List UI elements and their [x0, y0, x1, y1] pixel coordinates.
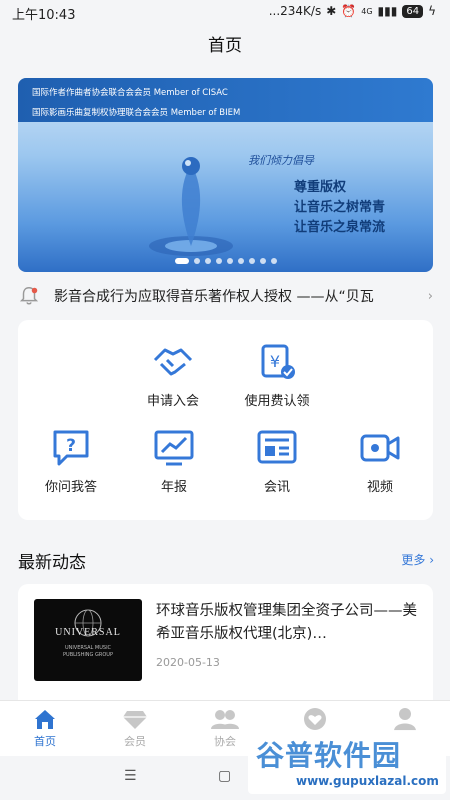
menu-annual-report[interactable]: 年报 — [124, 428, 224, 495]
network-type: 4G — [361, 6, 373, 16]
globe-logo-icon — [74, 609, 102, 637]
carousel-dot[interactable] — [174, 258, 189, 264]
banner-motto-2: 让音乐之树常青 — [294, 200, 386, 215]
thumbnail-brand: UNIVERSAL — [55, 627, 121, 638]
page-title: 首页 — [208, 36, 242, 56]
yen-claim-icon: ¥ — [261, 344, 295, 379]
menu-label: 申请入会 — [146, 394, 199, 409]
group-icon — [211, 710, 239, 729]
menu-apply-membership[interactable]: 申请入会 — [123, 342, 223, 409]
svg-text:¥: ¥ — [270, 352, 280, 371]
banner-motto-3: 让音乐之泉常流 — [294, 220, 386, 235]
carousel-dot[interactable] — [259, 258, 266, 264]
status-bar: 上午10:43 ...234K/s ✱ ⏰ 4G ▮▮▮ 64 ϟ — [0, 0, 450, 24]
chevron-right-icon[interactable]: › — [428, 289, 433, 304]
carousel-dot[interactable] — [215, 258, 222, 264]
banner-line-biem: 国际影画乐曲复制权协理联合会会员 Member of BIEM — [32, 108, 241, 118]
menu-faq[interactable]: ? 你问我答 — [21, 428, 121, 495]
news-list-item[interactable]: UNIVERSAL UNIVERSAL MUSIC PUBLISHING GRO… — [18, 584, 433, 700]
more-label[interactable]: 更多 — [401, 553, 425, 567]
menu-icon[interactable]: ☰ — [124, 768, 137, 784]
news-thumbnail: UNIVERSAL UNIVERSAL MUSIC PUBLISHING GRO… — [34, 599, 142, 681]
watermark-title: 谷普软件园 — [256, 739, 402, 772]
banner-line-cisac: 国际作者作曲者协会联合会会员 Member of CISAC — [32, 88, 228, 98]
news-card-icon — [257, 430, 297, 464]
video-camera-icon — [360, 434, 400, 462]
section-title: 最新动态 — [18, 553, 86, 573]
diamond-icon — [123, 711, 147, 729]
carousel-dot[interactable] — [204, 258, 211, 264]
banner-motto-1: 尊重版权 — [294, 180, 347, 195]
menu-newsletter[interactable]: 会讯 — [227, 428, 327, 495]
menu-label: 年报 — [160, 480, 187, 495]
tab-association[interactable]: 协会 — [195, 707, 255, 749]
page-header: 首页 — [0, 24, 450, 68]
tab-home[interactable]: 首页 — [15, 707, 75, 749]
svg-text:?: ? — [66, 436, 76, 456]
bell-icon — [19, 287, 39, 305]
banner-carousel[interactable]: 国际作者作曲者协会联合会会员 Member of CISAC 国际影画乐曲复制权… — [18, 78, 433, 272]
bluetooth-icon: ✱ — [326, 4, 337, 18]
menu-label: 会讯 — [263, 480, 290, 495]
carousel-dot[interactable] — [193, 258, 200, 264]
question-chat-icon: ? — [53, 430, 89, 466]
thumbnail-subtitle: UNIVERSAL MUSIC PUBLISHING GROUP — [34, 645, 142, 659]
water-drop-image — [149, 157, 233, 256]
menu-label: 你问我答 — [44, 480, 97, 495]
person-icon — [394, 708, 416, 731]
signal-icon: ▮▮▮ — [377, 4, 398, 18]
news-date: 2020-05-13 — [156, 656, 220, 669]
menu-fee-claim[interactable]: ¥ 使用费认领 — [227, 342, 327, 409]
news-title[interactable]: 环球音乐版权管理集团全资子公司——美希亚音乐版权代理(北京)… — [156, 600, 418, 646]
banner-slogan: 我们倾力倡导 — [248, 154, 314, 167]
tab-member[interactable]: 会员 — [105, 707, 165, 749]
tab-label: 会员 — [124, 735, 146, 748]
menu-video[interactable]: 视频 — [330, 428, 430, 495]
thumbnail-subtitle-line2: PUBLISHING GROUP — [63, 652, 113, 658]
status-time: 上午10:43 — [12, 8, 76, 23]
watermark-url: www.gupuxlazal.com — [296, 774, 439, 788]
lightning-icon: ϟ — [428, 4, 436, 18]
quick-menu-card: 申请入会 ¥ 使用费认领 ? 你问我答 年报 会讯 视频 — [18, 320, 433, 520]
network-speed: ...234K/s — [268, 4, 322, 18]
status-icons: ...234K/s ✱ ⏰ 4G ▮▮▮ 64 ϟ — [269, 4, 436, 18]
menu-label: 使用费认领 — [244, 394, 310, 409]
carousel-dot[interactable] — [248, 258, 255, 264]
watermark-logo: 谷普软件园 www.gupuxlazal.com — [248, 730, 446, 794]
heart-icon — [304, 708, 326, 730]
notice-bar[interactable]: 影音合成行为应取得音乐著作权人授权 ——从“贝瓦 › — [18, 282, 433, 310]
carousel-indicator[interactable] — [18, 258, 433, 264]
notice-text[interactable]: 影音合成行为应取得音乐著作权人授权 ——从“贝瓦 — [54, 286, 422, 306]
carousel-dot[interactable] — [226, 258, 233, 264]
thumbnail-subtitle-line1: UNIVERSAL MUSIC — [64, 645, 112, 651]
carousel-dot[interactable] — [270, 258, 277, 264]
home-button-icon[interactable]: ▢ — [218, 768, 231, 784]
battery-indicator: 64 — [402, 4, 424, 18]
report-chart-icon — [154, 430, 194, 466]
home-icon — [35, 710, 55, 729]
tab-label: 首页 — [34, 735, 56, 748]
carousel-dot[interactable] — [237, 258, 244, 264]
more-link[interactable]: 更多 › — [401, 551, 434, 568]
alarm-icon: ⏰ — [341, 4, 357, 18]
menu-label: 视频 — [366, 480, 393, 495]
handshake-icon — [153, 348, 193, 376]
tab-label: 协会 — [214, 735, 236, 748]
